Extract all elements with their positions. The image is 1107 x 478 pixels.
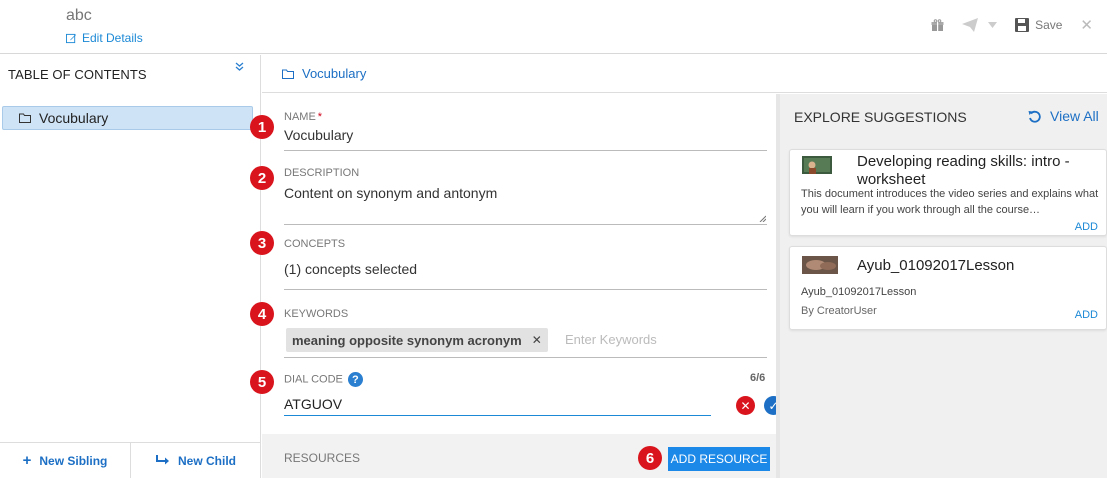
new-child-label: New Child	[177, 453, 236, 468]
collapse-icon[interactable]	[235, 62, 244, 74]
keywords-field[interactable]: KEYWORDS meaning opposite synonym acrony…	[284, 308, 767, 358]
top-header: abc Edit Details Save ✕	[0, 0, 1107, 54]
gift-icon[interactable]	[931, 18, 944, 32]
description-textarea[interactable]: Content on synonym and antonym	[284, 185, 767, 201]
new-sibling-label: New Sibling	[39, 453, 108, 468]
card-subtitle: Ayub_01092017Lesson	[801, 286, 917, 298]
view-all-label: View All	[1050, 108, 1099, 124]
callout-badge-5: 5	[250, 370, 274, 394]
thumbnail-image	[802, 256, 838, 274]
floppy-icon	[1015, 18, 1030, 32]
dial-code-label: DIAL CODE	[284, 373, 343, 386]
breadcrumb-label[interactable]: Vocubulary	[302, 66, 366, 81]
thumbnail-image	[802, 156, 832, 174]
suggestion-card[interactable]: Developing reading skills: intro - works…	[789, 149, 1107, 236]
folder-icon	[19, 113, 31, 123]
name-field[interactable]: NAME * Vocubulary	[284, 111, 767, 151]
send-icon[interactable]	[962, 18, 979, 32]
breadcrumb: Vocubulary	[262, 55, 1107, 93]
toc-title: TABLE OF CONTENTS	[8, 67, 147, 82]
close-icon[interactable]: ✕	[1080, 16, 1093, 34]
keywords-input[interactable]: Enter Keywords	[565, 332, 657, 347]
description-label: DESCRIPTION	[284, 167, 360, 179]
keyword-chip-label: meaning opposite synonym acronym	[292, 332, 522, 348]
edit-details-label: Edit Details	[82, 31, 143, 45]
table-of-contents-panel: TABLE OF CONTENTS Vocubulary + New Sibli…	[0, 55, 261, 478]
chip-remove-icon[interactable]: ✕	[532, 333, 542, 347]
view-all-link[interactable]: View All	[1028, 108, 1099, 124]
edit-icon	[66, 33, 77, 43]
name-input[interactable]: Vocubulary	[284, 127, 767, 143]
help-icon[interactable]: ?	[347, 372, 363, 387]
description-field[interactable]: DESCRIPTION Content on synonym and anton…	[284, 167, 767, 225]
content-title: abc	[66, 7, 92, 24]
card-author: By CreatorUser	[801, 305, 877, 317]
chevron-down-icon[interactable]	[988, 22, 998, 28]
concepts-label: CONCEPTS	[284, 238, 346, 250]
refresh-icon	[1028, 110, 1041, 123]
callout-badge-1: 1	[250, 115, 274, 139]
resources-label: RESOURCES	[284, 451, 361, 465]
folder-icon	[282, 69, 294, 79]
resize-handle-icon[interactable]	[759, 215, 766, 222]
callout-badge-6: 6	[638, 446, 662, 470]
card-title: Ayub_01092017Lesson	[857, 257, 1015, 274]
toc-item-vocubulary[interactable]: Vocubulary	[2, 106, 253, 130]
callout-badge-2: 2	[250, 166, 274, 190]
card-description: This document introduces the video serie…	[801, 188, 1099, 216]
add-link[interactable]: ADD	[1075, 309, 1098, 321]
concepts-selector[interactable]: (1) concepts selected	[284, 261, 767, 277]
dial-code-count: 6/6	[750, 372, 766, 384]
edit-details-link[interactable]: Edit Details	[66, 31, 143, 45]
explore-suggestions-panel: EXPLORE SUGGESTIONS View All Developing …	[780, 94, 1107, 478]
callout-badge-4: 4	[250, 302, 274, 326]
concepts-field[interactable]: CONCEPTS (1) concepts selected	[284, 238, 767, 290]
name-label: NAME	[284, 111, 316, 123]
explore-title: EXPLORE SUGGESTIONS	[794, 109, 967, 125]
callout-badge-3: 3	[250, 231, 274, 255]
toc-item-label: Vocubulary	[39, 110, 109, 126]
required-mark: *	[317, 111, 323, 123]
card-title: Developing reading skills: intro - works…	[857, 153, 1070, 188]
child-arrow-icon	[155, 455, 169, 465]
plus-icon: +	[22, 452, 32, 469]
new-child-button[interactable]: New Child	[130, 443, 261, 478]
add-resource-button[interactable]: ADD RESOURCE	[668, 447, 770, 471]
clear-icon[interactable]: ✕	[736, 396, 755, 415]
dial-code-field[interactable]: DIAL CODE? 6/6 ATGUOV ✕ ✓	[284, 372, 783, 420]
suggestion-card[interactable]: Ayub_01092017Lesson Ayub_01092017Lesson …	[789, 246, 1107, 330]
keyword-chip: meaning opposite synonym acronym ✕	[286, 328, 548, 352]
new-sibling-button[interactable]: + New Sibling	[0, 443, 130, 478]
dial-code-input[interactable]: ATGUOV	[284, 392, 711, 416]
content-form: 1 NAME * Vocubulary 2 DESCRIPTION Content…	[250, 94, 783, 478]
keywords-label: KEYWORDS	[284, 308, 349, 320]
toc-footer: + New Sibling New Child	[0, 442, 261, 478]
add-link[interactable]: ADD	[1075, 221, 1098, 233]
resources-bar: RESOURCES 6 ADD RESOURCE	[262, 434, 776, 478]
save-button[interactable]: Save	[1015, 18, 1062, 32]
save-label: Save	[1035, 18, 1063, 32]
